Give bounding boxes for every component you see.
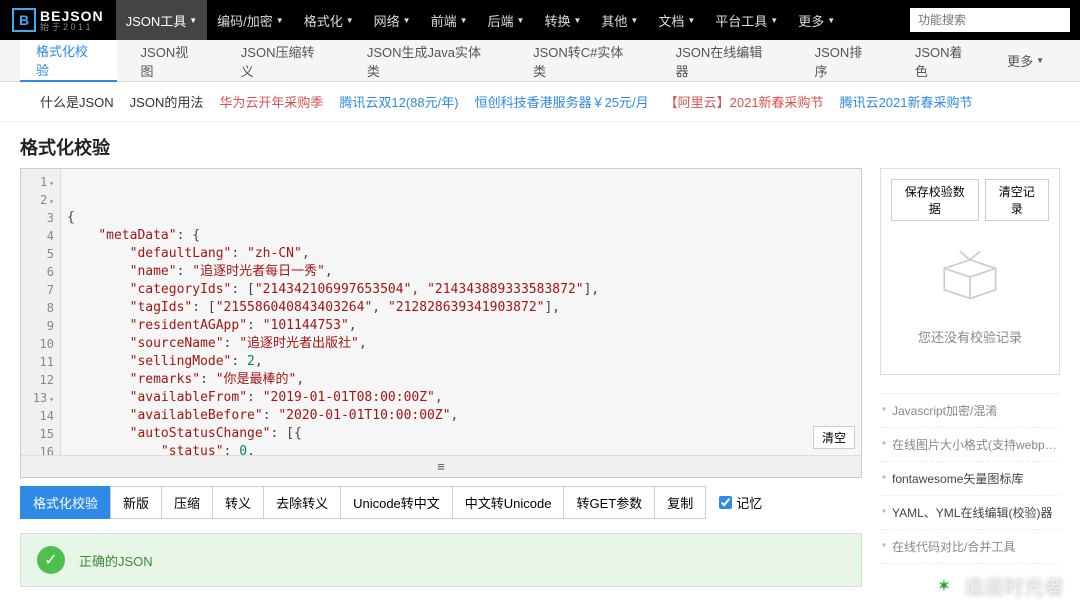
subtab-5[interactable]: JSON在线编辑器 (660, 40, 791, 82)
subtab-6[interactable]: JSON排序 (799, 40, 891, 82)
action-btn-4[interactable]: 去除转义 (263, 486, 341, 519)
search-input[interactable] (910, 13, 1070, 27)
side-link-3[interactable]: YAML、YML在线编辑(校验)器 (880, 496, 1060, 530)
subtab-more[interactable]: 更多▼ (991, 40, 1060, 82)
chevron-down-icon: ▼ (460, 16, 468, 25)
chevron-down-icon: ▼ (403, 16, 411, 25)
nav-item-10[interactable]: 更多▼ (788, 0, 845, 40)
action-bar: 格式化校验新版压缩转义去除转义Unicode转中文中文转Unicode转GET参… (20, 486, 862, 519)
promo-linkbar: 什么是JSON JSON的用法华为云开年采购季腾讯云双12(88元/年) 恒创科技香… (0, 82, 1080, 122)
side-link-4[interactable]: 在线代码对比/合并工具 (880, 530, 1060, 564)
editor-footer: ≡ (21, 455, 861, 477)
save-history-button[interactable]: 保存校验数据 (891, 179, 979, 221)
editor-gutter: 1234567891011121314151617 (21, 169, 61, 455)
nav-item-0[interactable]: JSON工具▼ (116, 0, 208, 40)
page-title: 格式化校验 (0, 122, 1080, 168)
chevron-down-icon: ▼ (827, 16, 835, 25)
action-btn-8[interactable]: 复制 (654, 486, 706, 519)
subtab-7[interactable]: JSON着色 (899, 40, 991, 82)
sub-tabs: 格式化校验JSON视图JSON压缩转义JSON生成Java实体类JSON转C#实… (0, 40, 1080, 82)
action-btn-2[interactable]: 压缩 (161, 486, 213, 519)
result-text: 正确的JSON (79, 551, 153, 570)
logo-sub: 始 于 2 0 1 1 (40, 23, 104, 32)
promo-link-5[interactable]: 【阿里云】2021新春采购节 (665, 92, 824, 111)
action-btn-3[interactable]: 转义 (212, 486, 264, 519)
nav-item-8[interactable]: 文档▼ (648, 0, 705, 40)
chevron-down-icon: ▼ (770, 16, 778, 25)
chevron-down-icon: ▼ (276, 16, 284, 25)
nav-item-2[interactable]: 格式化▼ (294, 0, 364, 40)
promo-link-2[interactable]: 华为云开年采购季 (219, 92, 323, 111)
editor-code[interactable]: { "metaData": { "defaultLang": "zh-CN", … (61, 169, 861, 455)
nav-item-1[interactable]: 编码/加密▼ (207, 0, 294, 40)
nav-item-3[interactable]: 网络▼ (364, 0, 421, 40)
promo-link-1[interactable]: JSON的用法 (130, 92, 204, 111)
clear-history-button[interactable]: 清空记录 (985, 179, 1049, 221)
action-btn-0[interactable]: 格式化校验 (20, 486, 111, 519)
subtab-1[interactable]: JSON视图 (125, 40, 217, 82)
chevron-down-icon: ▼ (687, 16, 695, 25)
editor-clear-button[interactable]: 清空 (813, 426, 855, 449)
promo-link-3[interactable]: 腾讯云双12(88元/年) (339, 92, 458, 111)
subtab-4[interactable]: JSON转C#实体类 (517, 40, 652, 82)
action-btn-6[interactable]: 中文转Unicode (452, 486, 565, 519)
chevron-down-icon: ▼ (1036, 56, 1044, 65)
empty-box-icon (935, 247, 1005, 307)
side-links: Javascript加密/混淆在线图片大小格式(支持webp....fontaw… (880, 393, 1060, 564)
nav-item-5[interactable]: 后端▼ (478, 0, 535, 40)
chevron-down-icon: ▼ (630, 16, 638, 25)
promo-link-6[interactable]: 腾讯云2021新春采购节 (840, 92, 973, 111)
subtab-3[interactable]: JSON生成Java实体类 (351, 40, 509, 82)
subtab-0[interactable]: 格式化校验 (20, 40, 117, 82)
history-panel: 保存校验数据 清空记录 您还没有校验记录 (880, 168, 1060, 375)
validation-result: ✓ 正确的JSON (20, 533, 862, 587)
logo-icon: B (12, 8, 36, 32)
json-editor[interactable]: 1234567891011121314151617 { "metaData": … (20, 168, 862, 478)
chevron-down-icon: ▼ (517, 16, 525, 25)
action-btn-1[interactable]: 新版 (110, 486, 162, 519)
search-box[interactable] (910, 8, 1070, 32)
action-btn-7[interactable]: 转GET参数 (563, 486, 655, 519)
promo-link-4[interactable]: 恒创科技香港服务器￥25元/月 (475, 92, 649, 111)
action-btn-5[interactable]: Unicode转中文 (340, 486, 453, 519)
logo[interactable]: B BEJSON 始 于 2 0 1 1 (0, 8, 116, 32)
logo-main: BEJSON (40, 9, 104, 23)
chevron-down-icon: ▼ (573, 16, 581, 25)
nav-item-9[interactable]: 平台工具▼ (705, 0, 788, 40)
subtab-2[interactable]: JSON压缩转义 (225, 40, 343, 82)
chevron-down-icon: ▼ (189, 16, 197, 25)
nav-item-7[interactable]: 其他▼ (591, 0, 648, 40)
top-navbar: B BEJSON 始 于 2 0 1 1 JSON工具▼编码/加密▼格式化▼网络… (0, 0, 1080, 40)
side-link-2[interactable]: fontawesome矢量图标库 (880, 462, 1060, 496)
menu-icon[interactable]: ≡ (437, 459, 445, 474)
no-records-text: 您还没有校验记录 (918, 327, 1022, 346)
nav-item-6[interactable]: 转换▼ (534, 0, 591, 40)
side-link-0[interactable]: Javascript加密/混淆 (880, 394, 1060, 428)
promo-link-0[interactable]: 什么是JSON (40, 92, 114, 111)
check-icon: ✓ (37, 546, 65, 574)
nav-item-4[interactable]: 前端▼ (421, 0, 478, 40)
remember-checkbox[interactable]: 记忆 (719, 493, 762, 512)
side-link-1[interactable]: 在线图片大小格式(支持webp.... (880, 428, 1060, 462)
chevron-down-icon: ▼ (346, 16, 354, 25)
